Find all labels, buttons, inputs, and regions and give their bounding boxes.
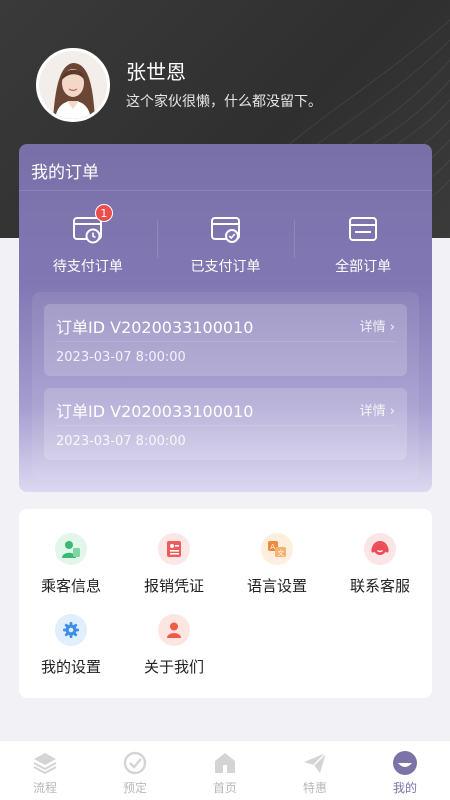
language-icon: A 文 — [261, 533, 293, 565]
paper-plane-icon — [304, 752, 327, 773]
receipt-icon — [158, 533, 190, 565]
avatar[interactable] — [36, 48, 110, 122]
wallet-clock-icon: 1 — [71, 204, 113, 246]
booking-check-icon — [123, 751, 147, 775]
feature-label: 语言设置 — [246, 577, 307, 595]
home-icon — [215, 753, 235, 773]
nav-mine[interactable]: 我的 — [360, 741, 450, 800]
card-icon — [346, 212, 380, 246]
profile-face-icon — [393, 751, 417, 775]
bottom-tab-bar: 流程 预定 首页 特惠 我的 — [0, 740, 450, 800]
order-time: 2023-03-07 8:00:00 — [56, 434, 186, 449]
tab-label: 全部订单 — [335, 259, 392, 275]
nav-label: 首页 — [212, 781, 237, 795]
passenger-icon — [55, 533, 87, 565]
feature-label: 乘客信息 — [40, 577, 101, 595]
about-person-icon — [158, 614, 190, 646]
features-card: 乘客信息 报销凭证 A 文 语言设置 联系客服 我的设置 关于我们 — [19, 509, 432, 698]
divider — [56, 341, 395, 342]
card-check-icon — [209, 212, 243, 246]
feature-my-settings[interactable]: 我的设置 — [19, 614, 123, 680]
feature-label: 联系客服 — [349, 577, 410, 595]
feature-label: 报销凭证 — [143, 577, 204, 595]
tab-pending-payment[interactable]: 1 待支付订单 — [19, 204, 157, 282]
orders-title: 我的订单 — [31, 163, 99, 183]
user-profile[interactable]: 张世恩 这个家伙很懒，什么都没留下。 — [36, 47, 322, 123]
feature-about-us[interactable]: 关于我们 — [122, 614, 226, 680]
nav-label: 特惠 — [302, 781, 327, 795]
order-time: 2023-03-07 8:00:00 — [56, 350, 186, 365]
layers-icon — [33, 753, 57, 775]
feature-receipt[interactable]: 报销凭证 — [122, 533, 226, 599]
nav-label: 预定 — [122, 781, 147, 795]
customer-service-icon — [364, 533, 396, 565]
order-item[interactable]: 订单ID V2020033100010 详情 › 2023-03-07 8:00… — [44, 388, 407, 460]
user-name: 张世恩 — [126, 60, 186, 84]
order-id: 订单ID V2020033100010 — [56, 318, 254, 337]
my-orders-card: 我的订单 1 待支付订单 已支付订单 全部订单 订单ID V2020033100… — [19, 144, 432, 492]
divider — [56, 425, 395, 426]
nav-deals[interactable]: 特惠 — [270, 741, 360, 800]
tab-paid-orders[interactable]: 已支付订单 — [156, 212, 295, 282]
divider — [19, 190, 432, 191]
order-item[interactable]: 订单ID V2020033100010 详情 › 2023-03-07 8:00… — [44, 304, 407, 376]
order-list: 订单ID V2020033100010 详情 › 2023-03-07 8:00… — [32, 292, 419, 480]
feature-label: 我的设置 — [40, 658, 101, 676]
order-status-tabs: 1 待支付订单 已支付订单 全部订单 — [19, 204, 432, 282]
pending-count-badge: 1 — [94, 204, 113, 222]
feature-label: 关于我们 — [143, 658, 204, 676]
settings-gear-icon — [55, 614, 87, 646]
tab-label: 待支付订单 — [52, 259, 123, 275]
avatar-photo-icon — [39, 51, 107, 119]
order-id: 订单ID V2020033100010 — [56, 402, 254, 421]
order-detail-link[interactable]: 详情 › — [360, 400, 395, 419]
nav-booking[interactable]: 预定 — [90, 741, 180, 800]
nav-home[interactable]: 首页 — [180, 741, 270, 800]
user-bio: 这个家伙很懒，什么都没留下。 — [126, 94, 322, 110]
order-detail-link[interactable]: 详情 › — [360, 316, 395, 335]
svg-text:文: 文 — [278, 548, 285, 557]
nav-label: 我的 — [392, 781, 417, 795]
nav-label: 流程 — [32, 781, 57, 795]
svg-text:A: A — [270, 543, 275, 551]
tab-label: 已支付订单 — [190, 259, 261, 275]
feature-language[interactable]: A 文 语言设置 — [225, 533, 329, 599]
feature-passenger-info[interactable]: 乘客信息 — [19, 533, 123, 599]
nav-process[interactable]: 流程 — [0, 741, 90, 800]
feature-customer-service[interactable]: 联系客服 — [328, 533, 432, 599]
tab-all-orders[interactable]: 全部订单 — [294, 212, 432, 282]
